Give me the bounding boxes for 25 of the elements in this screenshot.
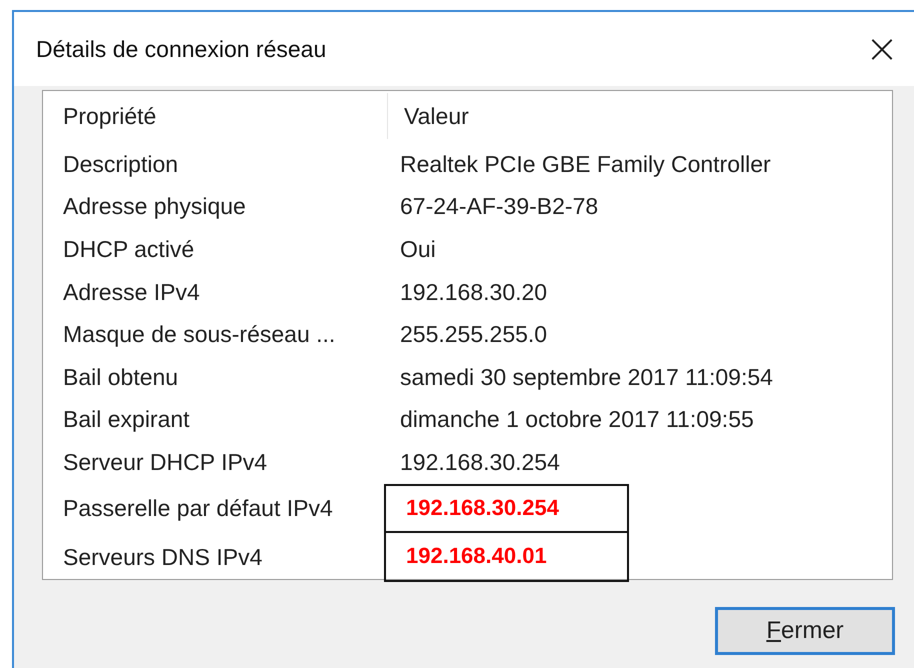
value-cell-text: 255.255.255.0 xyxy=(399,321,548,348)
value-cell-text: 192.168.30.254 xyxy=(399,448,560,476)
value-cell: 192.168.30.254 xyxy=(384,484,629,533)
property-cell-text: Adresse IPv4 xyxy=(62,278,201,306)
property-cell-text: Serveur DHCP IPv4 xyxy=(62,448,268,476)
property-cell-text: Masque de sous-réseau ... xyxy=(62,321,336,348)
property-cell-text: Passerelle par défaut IPv4 xyxy=(62,494,334,522)
value-cell-text: Realtek PCIe GBE Family Controller xyxy=(399,150,771,178)
value-cell: 192.168.40.01 xyxy=(384,532,629,582)
column-header[interactable]: Valeur xyxy=(388,93,892,139)
property-cell-text: Adresse physique xyxy=(62,193,247,220)
value-cell-text: 192.168.30.20 xyxy=(399,278,548,306)
property-cell-text: DHCP activé xyxy=(62,236,196,263)
property-cell-text: Bail expirant xyxy=(62,406,191,434)
value-cell-text: samedi 30 septembre 2017 11:09:54 xyxy=(399,364,773,391)
close-button[interactable]: × xyxy=(852,19,912,79)
value-cell-text: dimanche 1 octobre 2017 11:09:55 xyxy=(399,406,754,434)
value-cell-text: 67-24-AF-39-B2-78 xyxy=(399,193,598,220)
window-title: Détails de connexion réseau xyxy=(36,36,326,62)
property-cell-text: Bail obtenu xyxy=(62,364,180,391)
value-cell-text: Oui xyxy=(399,236,436,263)
close-dialog-button[interactable]: Fermer xyxy=(715,607,895,655)
property-cell-text: Description xyxy=(62,150,180,178)
property-cell-text: Serveurs DNS IPv4 xyxy=(62,544,264,571)
column-header[interactable]: Propriété xyxy=(43,93,388,139)
